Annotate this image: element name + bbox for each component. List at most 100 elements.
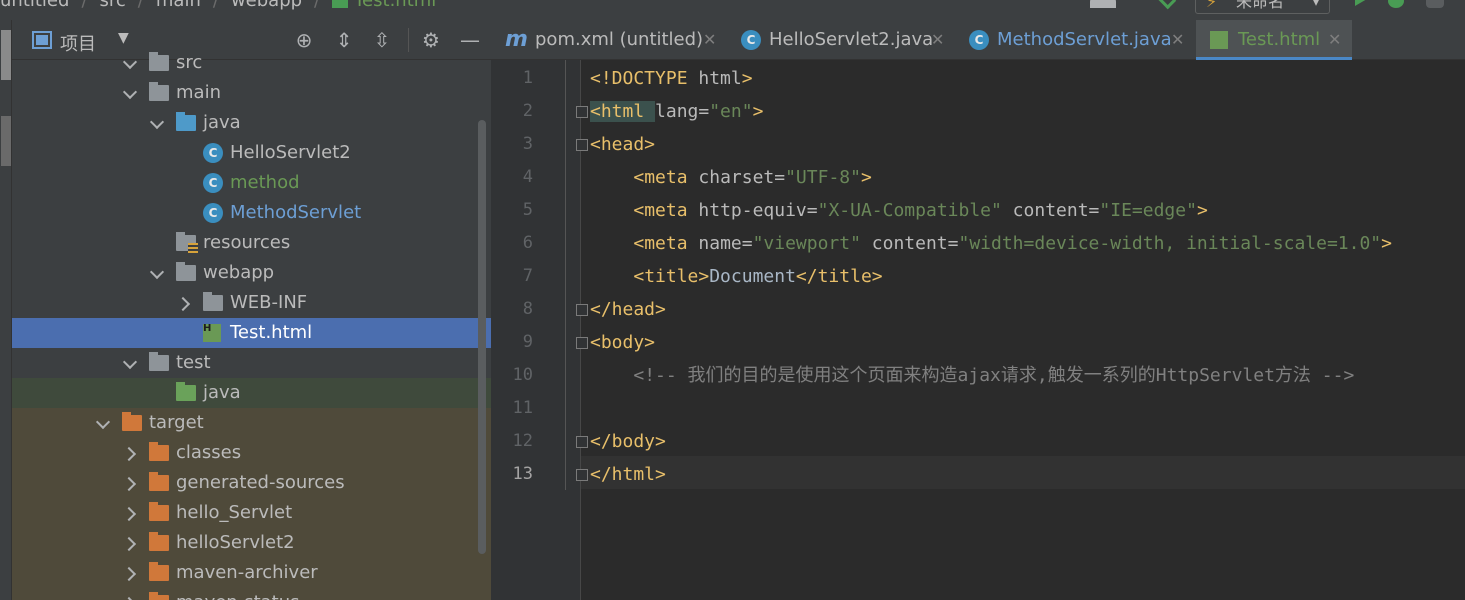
tool-window-strip — [0, 20, 12, 600]
code-line[interactable]: <meta charset="UTF-8"> — [590, 161, 1465, 194]
fold-marker-icon[interactable] — [576, 469, 588, 481]
class-icon: C — [969, 30, 989, 50]
close-icon[interactable]: ✕ — [931, 20, 944, 60]
chevron-right-icon[interactable] — [122, 588, 140, 600]
code-line[interactable]: </html> — [590, 458, 1465, 491]
tree-item[interactable]: Test.html — [12, 314, 491, 348]
project-tool-tab[interactable] — [1, 30, 11, 80]
chevron-down-icon[interactable] — [149, 258, 167, 288]
chevron-down-icon[interactable] — [149, 108, 167, 138]
folder-icon — [149, 442, 169, 461]
user-icon[interactable] — [1090, 0, 1116, 8]
chevron-right-icon[interactable] — [176, 288, 194, 318]
tree-item[interactable]: maven-archiver — [12, 558, 491, 588]
html-file-icon — [203, 314, 221, 344]
breadcrumb-item-main[interactable]: main — [156, 0, 201, 11]
tree-item[interactable]: main — [12, 78, 491, 108]
fold-marker-icon[interactable] — [576, 304, 588, 316]
tree-item-label: src — [176, 52, 203, 73]
line-number: 7 — [522, 266, 533, 286]
tree-item-label: hello_Servlet — [176, 502, 293, 523]
breadcrumb-item-webapp[interactable]: webapp — [231, 0, 302, 11]
tree-item[interactable]: java — [12, 108, 491, 138]
tab-methodservlet-java[interactable]: C MethodServlet.java ✕ — [955, 20, 1195, 60]
tree-item[interactable]: helloServlet2 — [12, 528, 491, 558]
close-icon[interactable]: ✕ — [1171, 20, 1184, 60]
tab-pom-xml[interactable]: m pom.xml (untitled) ✕ — [491, 20, 727, 60]
code-token: "width=device-width, initial-scale=1.0" — [958, 233, 1382, 254]
tree-item[interactable]: src — [12, 48, 491, 78]
fold-marker-icon[interactable] — [576, 436, 588, 448]
chevron-right-icon[interactable] — [122, 438, 140, 468]
code-line[interactable]: <head> — [590, 128, 1465, 161]
tree-item-label: WEB-INF — [230, 292, 308, 313]
code-line[interactable]: <body> — [590, 326, 1465, 359]
code-token: <meta — [633, 200, 699, 221]
gutter-indent-guide — [565, 60, 566, 490]
chevron-down-icon[interactable] — [95, 408, 113, 438]
tree-item[interactable]: Cmethod — [12, 168, 491, 198]
tree-item[interactable]: hello_Servlet — [12, 498, 491, 528]
breadcrumb-item-src[interactable]: src — [100, 0, 126, 11]
code-token: <html — [590, 101, 656, 122]
chevron-down-icon[interactable]: ▼ — [118, 30, 129, 46]
chevron-right-icon[interactable] — [122, 558, 140, 588]
tree-item[interactable]: generated-sources — [12, 468, 491, 498]
code-line[interactable]: <!DOCTYPE html> — [590, 62, 1465, 95]
project-panel: 项目 ▼ ⊕ ⇕ ⇳ ⚙ — src main java C HelloServlet2… — [12, 20, 491, 600]
code-line[interactable]: <meta http-equiv="X-UA-Compatible" conte… — [590, 194, 1465, 227]
tree-item[interactable]: resources — [12, 228, 491, 258]
tab-label: HelloServlet2.java — [769, 29, 934, 50]
folder-icon — [149, 82, 169, 101]
breadcrumb-item-project[interactable]: untitled — [0, 0, 69, 11]
tab-test-html[interactable]: Test.html ✕ — [1196, 20, 1352, 60]
close-icon[interactable]: ✕ — [1328, 20, 1341, 60]
line-number: 13 — [512, 464, 533, 484]
fold-marker-icon[interactable] — [576, 139, 588, 151]
tree-item[interactable]: C HelloServlet2 — [12, 138, 491, 168]
line-number: 8 — [522, 299, 533, 319]
tree-item[interactable]: target — [12, 408, 491, 438]
code-line[interactable]: </head> — [590, 293, 1465, 326]
fold-marker-icon[interactable] — [576, 106, 588, 118]
fold-marker-icon[interactable] — [576, 337, 588, 349]
tree-item[interactable]: test — [12, 348, 491, 378]
code-line[interactable]: <html lang="en"> — [590, 95, 1465, 128]
code-line[interactable] — [590, 392, 1465, 425]
debug-icon[interactable] — [1388, 0, 1404, 8]
profile-icon[interactable] — [1426, 0, 1444, 8]
tree-item[interactable]: C MethodServlet — [12, 198, 491, 228]
tree-item[interactable]: WEB-INF — [12, 288, 491, 318]
chevron-right-icon[interactable] — [122, 498, 140, 528]
tab-helloservlet2-java[interactable]: C HelloServlet2.java ✕ — [727, 20, 955, 60]
build-hammer-icon[interactable] — [1157, 0, 1177, 10]
tree-item[interactable]: webapp — [12, 258, 491, 288]
breadcrumb-item-file[interactable]: Test.html — [354, 0, 436, 11]
tree-item[interactable]: maven-status — [12, 588, 491, 600]
close-icon[interactable]: ✕ — [703, 20, 716, 60]
run-icon[interactable] — [1355, 0, 1369, 6]
tree-item[interactable]: classes — [12, 438, 491, 468]
run-configuration-select[interactable]: ⚡ 未命名 ▾ — [1195, 0, 1330, 14]
chevron-down-icon[interactable] — [122, 348, 140, 378]
code-token: </head> — [590, 299, 666, 320]
tab-label: MethodServlet.java — [997, 29, 1172, 50]
chevron-down-icon[interactable] — [122, 78, 140, 108]
chevron-right-icon[interactable] — [122, 468, 140, 498]
chevron-down-icon[interactable] — [122, 48, 140, 78]
code-token: "viewport" — [752, 233, 861, 254]
code-token: <head> — [590, 134, 656, 155]
line-number: 5 — [522, 200, 533, 220]
structure-tool-tab[interactable] — [1, 116, 11, 166]
project-scrollbar[interactable] — [478, 120, 486, 554]
maven-icon: m — [505, 27, 528, 52]
chevron-right-icon[interactable] — [122, 528, 140, 558]
code-editor[interactable]: 1 2 3 4 5 6 7 8 9 10 11 12 13 <!DOCTYPE html> <html l… — [491, 60, 1465, 600]
tree-item[interactable]: java — [12, 378, 491, 408]
code-line[interactable]: </body> — [590, 425, 1465, 458]
code-line[interactable]: <meta name="viewport" content="width=dev… — [590, 227, 1465, 260]
code-line[interactable]: <title>Document</title> — [590, 260, 1465, 293]
code-token: html — [698, 68, 742, 89]
code-line[interactable]: <!-- 我们的目的是使用这个页面来构造ajax请求,触发一系列的HttpSer… — [590, 359, 1465, 392]
